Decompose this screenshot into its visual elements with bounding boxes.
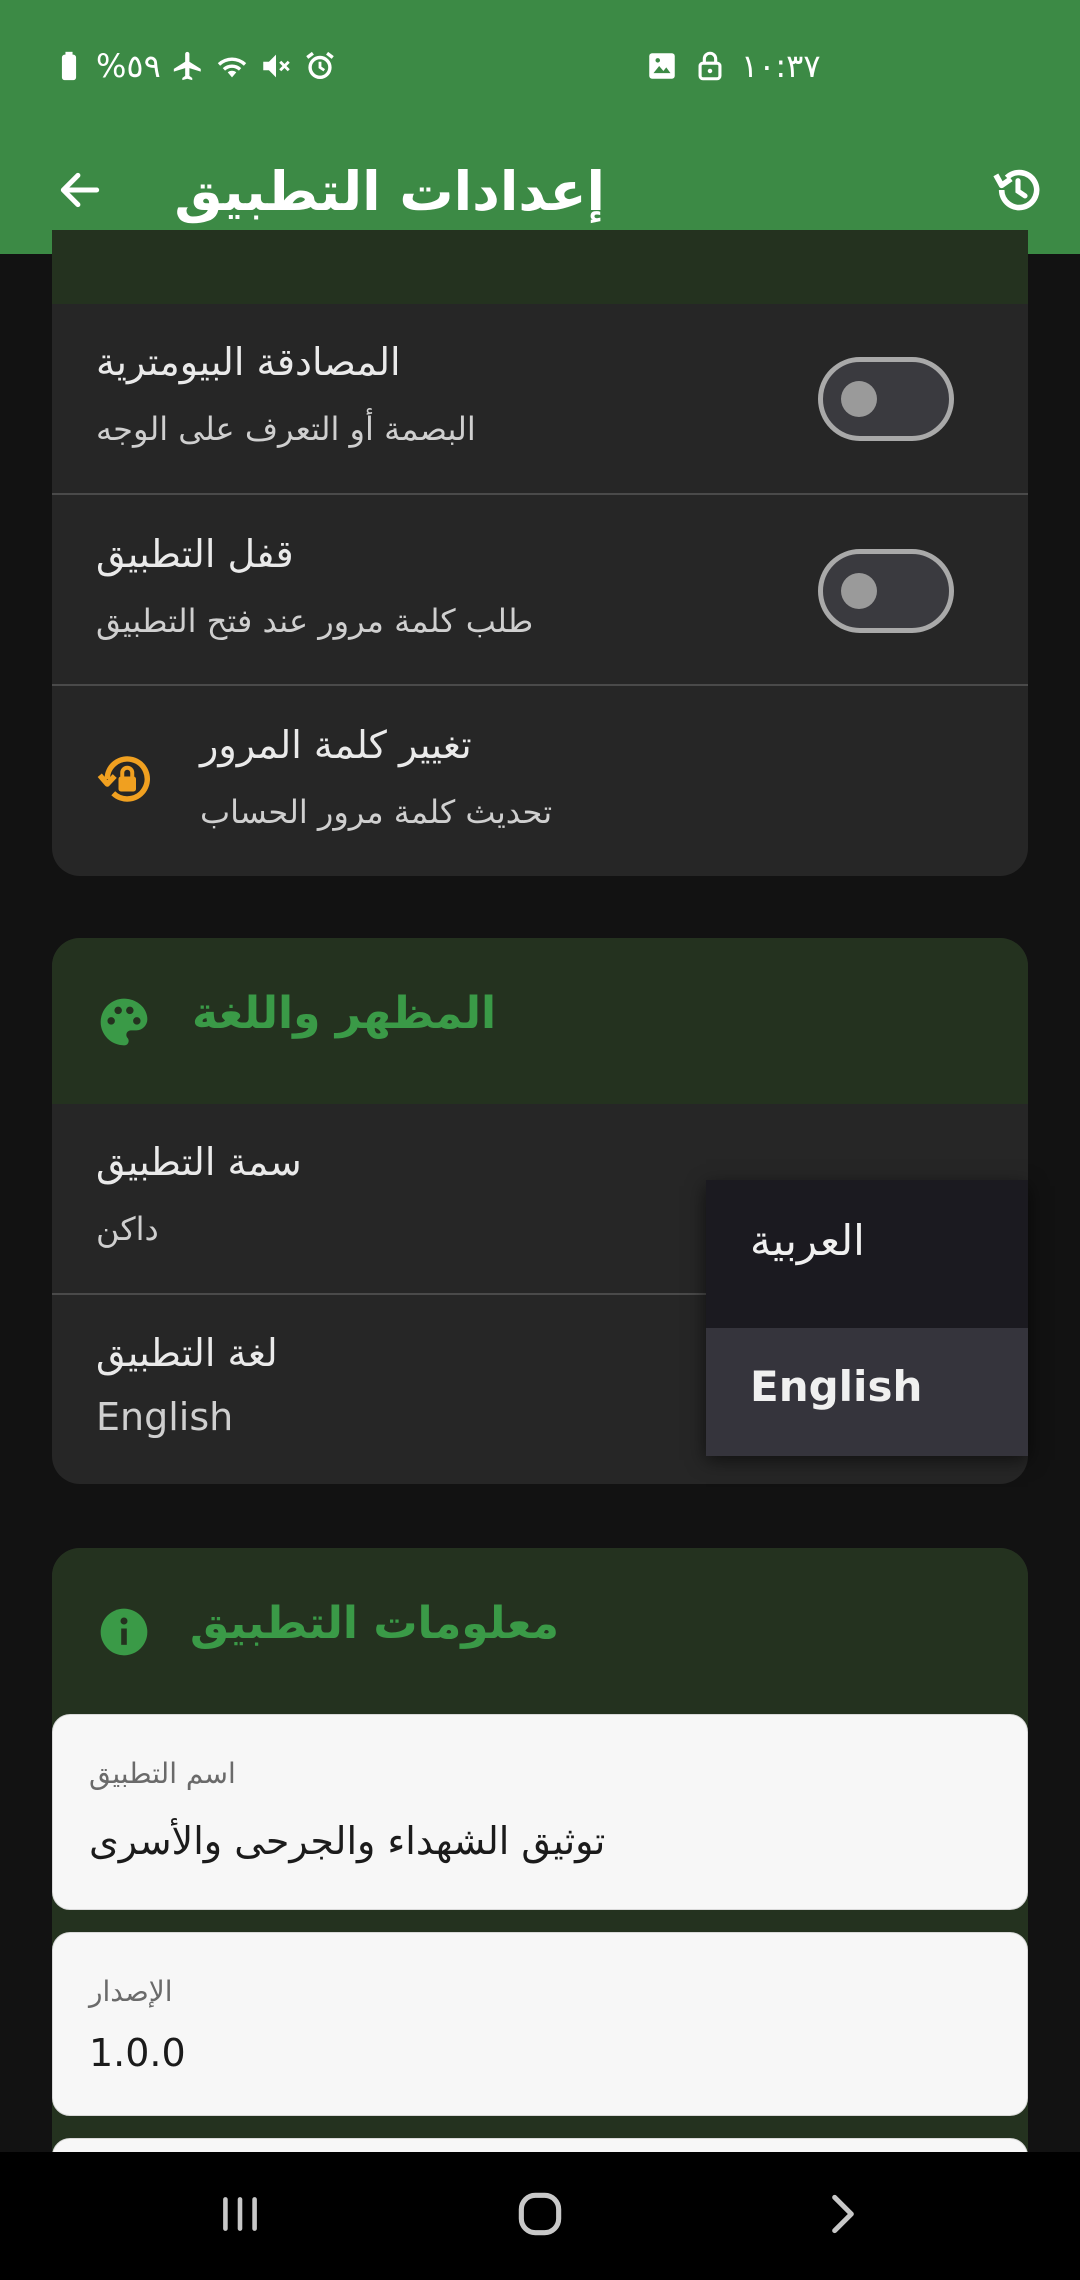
toggle-knob: [841, 573, 877, 609]
app-name-value: توثيق الشهداء والجرحى والأسرى: [89, 1819, 606, 1863]
version-label: الإصدار: [89, 1975, 173, 2008]
language-title: لغة التطبيق: [96, 1331, 278, 1375]
change-password-row[interactable]: تغيير كلمة المرور تحديث كلمة مرور الحساب: [52, 687, 1028, 876]
change-password-title: تغيير كلمة المرور: [200, 723, 472, 767]
change-password-subtitle: تحديث كلمة مرور الحساب: [200, 793, 553, 831]
mute-icon: [259, 46, 293, 86]
security-card: المصادقة البيومترية البصمة أو التعرف على…: [52, 230, 1028, 876]
language-option-english[interactable]: English: [706, 1328, 1028, 1456]
lock-reset-icon: [96, 749, 156, 813]
home-icon: [512, 2186, 568, 2246]
appearance-card-header: المظهر واللغة: [52, 938, 1028, 1104]
language-subtitle: English: [96, 1395, 234, 1439]
back-chevron-icon: [818, 2189, 868, 2243]
arrow-back-icon: [55, 165, 105, 219]
divider: [52, 684, 1028, 686]
toggle-knob: [841, 381, 877, 417]
status-left: %٥٩: [52, 44, 337, 88]
app-lock-subtitle: طلب كلمة مرور عند فتح التطبيق: [96, 602, 534, 640]
info-icon: [96, 1604, 152, 1660]
battery-icon: [52, 46, 86, 86]
theme-title: سمة التطبيق: [96, 1140, 302, 1184]
theme-subtitle: داكن: [96, 1210, 159, 1248]
divider: [52, 493, 1028, 495]
airplane-icon: [171, 46, 205, 86]
recent-apps-icon: [215, 2189, 265, 2243]
biometric-subtitle: البصمة أو التعرف على الوجه: [96, 410, 476, 448]
lock-icon: [693, 46, 727, 86]
version-value: 1.0.0: [89, 2031, 186, 2075]
back-nav-button[interactable]: [783, 2176, 903, 2256]
security-card-header: [52, 230, 1028, 304]
app-name-label: اسم التطبيق: [89, 1757, 236, 1790]
palette-icon: [96, 994, 152, 1050]
status-right: ١٠:٣٧: [645, 44, 821, 88]
info-header-title: معلومات التطبيق: [190, 1598, 559, 1649]
app-lock-row[interactable]: قفل التطبيق طلب كلمة مرور عند فتح التطبي…: [52, 496, 1028, 686]
wifi-icon: [215, 46, 249, 86]
alarm-icon: [303, 46, 337, 86]
back-button[interactable]: [40, 152, 120, 232]
language-option-arabic[interactable]: العربية: [706, 1180, 1028, 1308]
image-icon: [645, 46, 679, 86]
home-button[interactable]: [480, 2176, 600, 2256]
history-button[interactable]: [978, 152, 1058, 232]
app-lock-toggle[interactable]: [818, 549, 954, 633]
version-field: الإصدار 1.0.0: [52, 1932, 1028, 2116]
biometric-row[interactable]: المصادقة البيومترية البصمة أو التعرف على…: [52, 304, 1028, 494]
app-name-field: اسم التطبيق توثيق الشهداء والجرحى والأسر…: [52, 1714, 1028, 1910]
status-time: ١٠:٣٧: [741, 47, 821, 85]
biometric-title: المصادقة البيومترية: [96, 340, 401, 384]
history-icon: [990, 162, 1046, 222]
battery-percent: %٥٩: [96, 47, 161, 85]
biometric-toggle[interactable]: [818, 357, 954, 441]
language-dropdown-menu: العربية English: [706, 1180, 1028, 1456]
appearance-header-title: المظهر واللغة: [192, 988, 497, 1039]
recent-apps-button[interactable]: [180, 2176, 300, 2256]
page-title: إعدادات التطبيق: [174, 160, 605, 223]
app-lock-title: قفل التطبيق: [96, 532, 294, 576]
status-bar: %٥٩ ١٠:٣٧: [0, 0, 1080, 130]
system-nav-bar: [0, 2152, 1080, 2280]
